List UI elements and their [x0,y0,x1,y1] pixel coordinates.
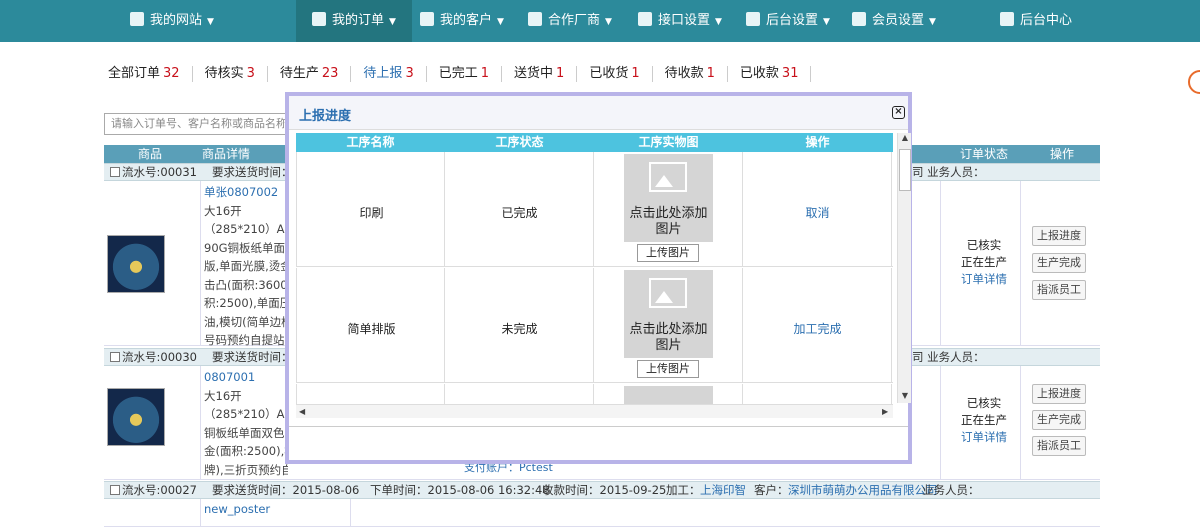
nav-admin-settings[interactable]: 后台设置 ▼ [746,0,830,42]
group-icon [528,12,542,26]
monitor-icon [1000,12,1014,26]
chevron-down-icon: ▼ [389,17,396,27]
process-state: 已完成 [501,206,538,220]
dialog-title-bar: 上报进度 × [289,96,908,130]
row-checkbox[interactable] [110,167,120,177]
scroll-up-icon[interactable]: ▲ [898,133,912,142]
scroll-left-icon[interactable]: ◀ [299,405,305,419]
production-complete-button[interactable]: 生产完成 [1032,410,1086,430]
nav-my-site[interactable]: 我的网站 ▼ [130,0,214,42]
report-progress-dialog: 上报进度 × 工序名称 工序状态 工序实物图 操作 印刷 已完成 点击此处添加图… [285,92,912,464]
chevron-down-icon: ▼ [207,17,214,27]
tab-received[interactable]: 已收货 1 [577,66,653,82]
process-table: 工序名称 工序状态 工序实物图 操作 印刷 已完成 点击此处添加图片 上传图片 … [292,132,912,425]
product-thumbnail[interactable] [107,235,165,293]
chevron-down-icon: ▼ [497,17,504,27]
horizontal-scrollbar[interactable]: ◀ ▶ [296,404,893,418]
tab-pending-production[interactable]: 待生产 23 [268,66,352,82]
scroll-right-icon[interactable]: ▶ [882,405,888,419]
product-thumbnail[interactable] [107,388,165,446]
process-name: 印刷 [359,206,384,220]
production-complete-button[interactable]: 生产完成 [1032,253,1086,273]
floating-help-icon[interactable] [1188,70,1200,94]
dialog-title: 上报进度 [299,109,352,124]
row-checkbox[interactable] [110,485,120,495]
vertical-scrollbar[interactable]: ▲ ▼ [897,133,911,403]
order-status: 已核实 正在生产 订单详情 [944,237,1024,288]
assign-staff-button[interactable]: 指派员工 [1032,436,1086,456]
cancel-link[interactable]: 取消 [743,204,892,221]
tab-pending-report[interactable]: 待上报 3 [351,66,427,82]
nav-my-customers[interactable]: 我的客户 ▼ [420,0,504,42]
nav-admin-center[interactable]: 后台中心 [1000,0,1072,42]
image-icon [649,278,687,308]
product-description: 单张0807002 大16开 （285*210）A4 90G铜板纸单面 版,单面… [204,185,288,347]
order-row-header: 流水号:00027 要求送货时间：2015-08-06 下单时间：2015-08… [104,481,1100,499]
tab-paid[interactable]: 已收款 31 [728,66,812,82]
chevron-down-icon: ▼ [715,17,722,27]
process-name: 简单排版 [347,322,396,336]
order-status-tabs: 全部订单 32 待核实 3 待生产 23 待上报 3 已完工 1 送货中 1 已收货 1 待收款 1 已收款 31 [108,66,812,86]
nav-interface-settings[interactable]: 接口设置 ▼ [638,0,722,42]
image-icon [649,162,687,192]
tab-pending-payment[interactable]: 待收款 1 [653,66,728,82]
document-icon [312,12,326,26]
user-icon [420,12,434,26]
home-icon [130,12,144,26]
order-detail-link[interactable]: 订单详情 [944,271,1024,288]
tab-completed[interactable]: 已完工 1 [427,66,503,82]
dialog-footer-divider [289,426,908,427]
chevron-down-icon: ▼ [929,17,936,27]
nav-my-orders[interactable]: 我的订单 ▼ [296,0,412,42]
image-placeholder[interactable]: 点击此处添加图片 [624,270,713,358]
order-row: new_poster [104,499,1100,527]
tab-all-orders[interactable]: 全部订单 32 [108,66,193,82]
process-state: 未完成 [501,322,538,336]
product-description: 0807001 大16开 （285*210）A4 铜板纸单面双色 金(面积:25… [204,370,288,477]
nav-partners[interactable]: 合作厂商 ▼ [528,0,612,42]
report-progress-button[interactable]: 上报进度 [1032,226,1086,246]
tab-pending-verify[interactable]: 待核实 3 [193,66,268,82]
chevron-down-icon: ▼ [605,17,612,27]
report-progress-button[interactable]: 上报进度 [1032,384,1086,404]
scrollbar-thumb[interactable] [899,149,911,191]
assign-staff-button[interactable]: 指派员工 [1032,280,1086,300]
process-complete-link[interactable]: 加工完成 [743,320,892,337]
process-row: 简单排版 未完成 点击此处添加图片 上传图片 加工完成 [296,268,893,383]
order-status: 已核实 正在生产 订单详情 [944,395,1024,446]
tab-delivering[interactable]: 送货中 1 [502,66,578,82]
upload-image-button[interactable]: 上传图片 [637,360,699,378]
scroll-down-icon[interactable]: ▼ [898,391,912,400]
row-checkbox[interactable] [110,352,120,362]
upload-image-button[interactable]: 上传图片 [637,244,699,262]
card-icon [852,12,866,26]
order-detail-link[interactable]: 订单详情 [944,429,1024,446]
image-placeholder[interactable]: 点击此处添加图片 [624,154,713,242]
chevron-down-icon: ▼ [823,17,830,27]
monitor-icon [638,12,652,26]
close-icon[interactable]: × [892,106,905,119]
top-navigation: 我的网站 ▼ 我的订单 ▼ 我的客户 ▼ 合作厂商 ▼ 接口设置 ▼ 后台设置 ▼ 会员设置… [0,0,1200,42]
process-row: 印刷 已完成 点击此处添加图片 上传图片 取消 [296,152,893,267]
product-description: new_poster [204,502,271,516]
gear-icon [746,12,760,26]
nav-member-settings[interactable]: 会员设置 ▼ [852,0,936,42]
process-table-header: 工序名称 工序状态 工序实物图 操作 [296,133,893,152]
